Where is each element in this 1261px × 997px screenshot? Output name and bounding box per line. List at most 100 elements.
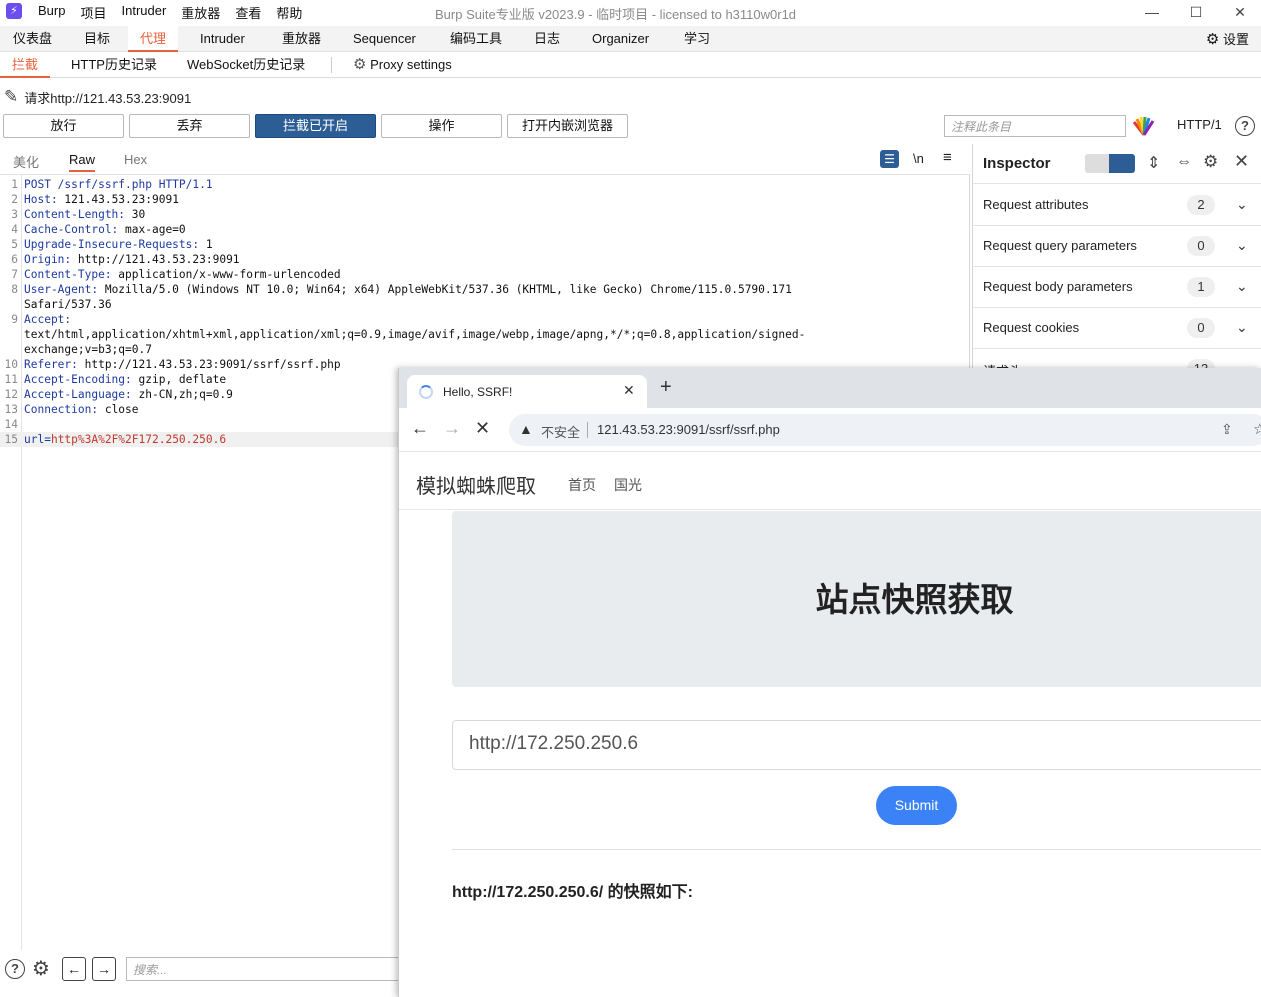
tab-intruder[interactable]: Intruder [188, 26, 257, 52]
close-window-button[interactable]: ✕ [1230, 2, 1250, 22]
editor-line[interactable]: exchange;v=b3;q=0.7 [0, 342, 969, 357]
editor-line[interactable]: Safari/537.36 [0, 297, 969, 312]
message-editor-tabs: 美化 Raw Hex ☰ \n ≡ [0, 148, 970, 172]
header-name: url= [24, 433, 51, 446]
drop-button[interactable]: 丢弃 [129, 114, 250, 138]
highlight-color-icon[interactable] [1132, 116, 1156, 136]
editor-line[interactable]: 9 Accept: [0, 312, 969, 327]
new-tab-icon[interactable]: + [660, 377, 672, 397]
tab-organizer[interactable]: Organizer [580, 26, 661, 52]
editor-line[interactable]: 2 Host: 121.43.53.23:9091 [0, 192, 969, 207]
editor-menu-icon[interactable]: ≡ [943, 149, 952, 166]
menu-burp[interactable]: Burp [38, 3, 65, 22]
inspector-row-body-params[interactable]: Request body parameters 1 ⌄ [973, 267, 1261, 308]
layout-left-icon[interactable] [1085, 154, 1109, 173]
proxy-settings-button[interactable]: ⚙ Proxy settings [341, 52, 464, 78]
tab-logger[interactable]: 日志 [522, 26, 572, 52]
tab-learn[interactable]: 学习 [672, 26, 722, 52]
nav-link-home[interactable]: 首页 [568, 475, 596, 495]
tab-pretty[interactable]: 美化 [13, 152, 39, 171]
line-number: 1 [11, 178, 18, 191]
warning-icon[interactable]: ▲ [519, 421, 533, 437]
next-match-button[interactable]: → [92, 957, 116, 981]
help-icon[interactable]: ? [1235, 116, 1255, 136]
line-number: 2 [11, 193, 18, 206]
comment-input[interactable]: 注释此条目 [944, 115, 1126, 137]
tab-proxy[interactable]: 代理 [128, 26, 179, 52]
chevron-down-icon[interactable]: ⌄ [1236, 319, 1248, 336]
maximize-button[interactable]: ☐ [1186, 2, 1206, 22]
inspector-title: Inspector [983, 155, 1051, 172]
url-text[interactable]: 121.43.53.23:9091/ssrf/ssrf.php [597, 422, 780, 437]
editor-line[interactable]: 7 Content-Type: application/x-www-form-ur… [0, 267, 969, 282]
action-button[interactable]: 操作 [381, 114, 502, 138]
pencil-icon[interactable]: ✎ [4, 87, 18, 107]
menu-help[interactable]: 帮助 [276, 3, 302, 22]
http-version[interactable]: HTTP/1 [1177, 117, 1222, 132]
tab-hex[interactable]: Hex [124, 152, 147, 167]
search-input[interactable]: 搜索... [126, 957, 406, 981]
share-icon[interactable]: ⇪ [1221, 421, 1233, 438]
address-bar[interactable]: ▲ 不安全 121.43.53.23:9091/ssrf/ssrf.php ⇪ … [509, 414, 1261, 446]
close-tab-icon[interactable]: ✕ [623, 382, 635, 399]
site-brand[interactable]: 模拟蜘蛛爬取 [416, 470, 536, 499]
header-name: Accept-Encoding: [24, 373, 132, 386]
open-browser-button[interactable]: 打开内嵌浏览器 [507, 114, 628, 138]
chevron-down-icon[interactable]: ⌄ [1236, 196, 1248, 213]
layout-right-icon[interactable] [1109, 154, 1135, 173]
editor-line[interactable]: 6 Origin: http://121.43.53.23:9091 [0, 252, 969, 267]
stop-loading-icon[interactable]: ✕ [475, 418, 490, 438]
tab-http-history[interactable]: HTTP历史记录 [59, 52, 169, 78]
chevron-down-icon[interactable]: ⌄ [1236, 278, 1248, 295]
tab-raw[interactable]: Raw [69, 152, 96, 172]
snapshot-result-heading: http://172.250.250.6/ 的快照如下: [452, 884, 693, 901]
nav-link-guoguang[interactable]: 国光 [614, 475, 642, 495]
gear-icon[interactable]: ⚙ [1203, 152, 1218, 172]
submit-button[interactable]: Submit [876, 786, 957, 825]
editor-line[interactable]: 4 Cache-Control: max-age=0 [0, 222, 969, 237]
editor-line[interactable]: 3 Content-Length: 30 [0, 207, 969, 222]
editor-line[interactable]: 8 User-Agent: Mozilla/5.0 (Windows NT 10.… [0, 282, 969, 297]
help-icon[interactable]: ? [5, 959, 25, 979]
tab-websocket-history[interactable]: WebSocket历史记录 [175, 52, 317, 78]
tab-decoder[interactable]: 编码工具 [438, 26, 514, 52]
browser-tab[interactable]: Hello, SSRF! ✕ [407, 375, 647, 408]
editor-line[interactable]: text/html,application/xhtml+xml,applicat… [0, 327, 969, 342]
inspector-row-attributes[interactable]: Request attributes 2 ⌄ [973, 185, 1261, 226]
chevron-down-icon[interactable]: ⌄ [1236, 237, 1248, 254]
header-name: Content-Type: [24, 268, 112, 281]
previous-match-button[interactable]: ← [62, 957, 86, 981]
header-name: Accept: [24, 313, 72, 326]
menu-intruder[interactable]: Intruder [121, 3, 166, 22]
tab-intercept[interactable]: 拦截 [0, 52, 51, 78]
row-label: Request cookies [983, 320, 1080, 335]
intercept-toggle-button[interactable]: 拦截已开启 [255, 114, 376, 138]
editor-line[interactable]: 5 Upgrade-Insecure-Requests: 1 [0, 237, 969, 252]
address-divider [587, 422, 588, 438]
not-secure-label[interactable]: 不安全 [541, 422, 580, 441]
wrap-lines-icon[interactable]: ☰ [880, 150, 899, 168]
inspector-row-query-params[interactable]: Request query parameters 0 ⌄ [973, 226, 1261, 267]
tab-dashboard[interactable]: 仪表盘 [1, 26, 64, 52]
bookmark-star-icon[interactable]: ☆ [1253, 420, 1261, 438]
forward-button[interactable]: 放行 [3, 114, 124, 138]
menu-repeater[interactable]: 重放器 [181, 3, 220, 22]
collapse-all-icon[interactable]: ⇔ [1176, 153, 1192, 171]
settings-button[interactable]: ⚙ 设置 [1206, 29, 1249, 48]
line-number: 11 [4, 373, 18, 386]
forward-icon[interactable]: → [443, 418, 461, 438]
url-input[interactable]: http://172.250.250.6 [452, 720, 1261, 770]
menu-project[interactable]: 项目 [80, 3, 106, 22]
menu-view[interactable]: 查看 [235, 3, 261, 22]
show-newlines-icon[interactable]: \n [913, 151, 924, 166]
close-icon[interactable]: ✕ [1234, 151, 1249, 172]
back-icon[interactable]: ← [411, 418, 429, 438]
inspector-row-cookies[interactable]: Request cookies 0 ⌄ [973, 308, 1261, 349]
gear-icon[interactable]: ⚙ [32, 956, 50, 981]
tab-repeater[interactable]: 重放器 [270, 26, 333, 52]
tab-target[interactable]: 目标 [72, 26, 122, 52]
editor-line[interactable]: 1 POST /ssrf/ssrf.php HTTP/1.1 [0, 177, 969, 192]
tab-sequencer[interactable]: Sequencer [341, 26, 428, 52]
minimize-button[interactable]: — [1142, 2, 1162, 22]
expand-all-icon[interactable]: ⇕ [1147, 153, 1160, 173]
